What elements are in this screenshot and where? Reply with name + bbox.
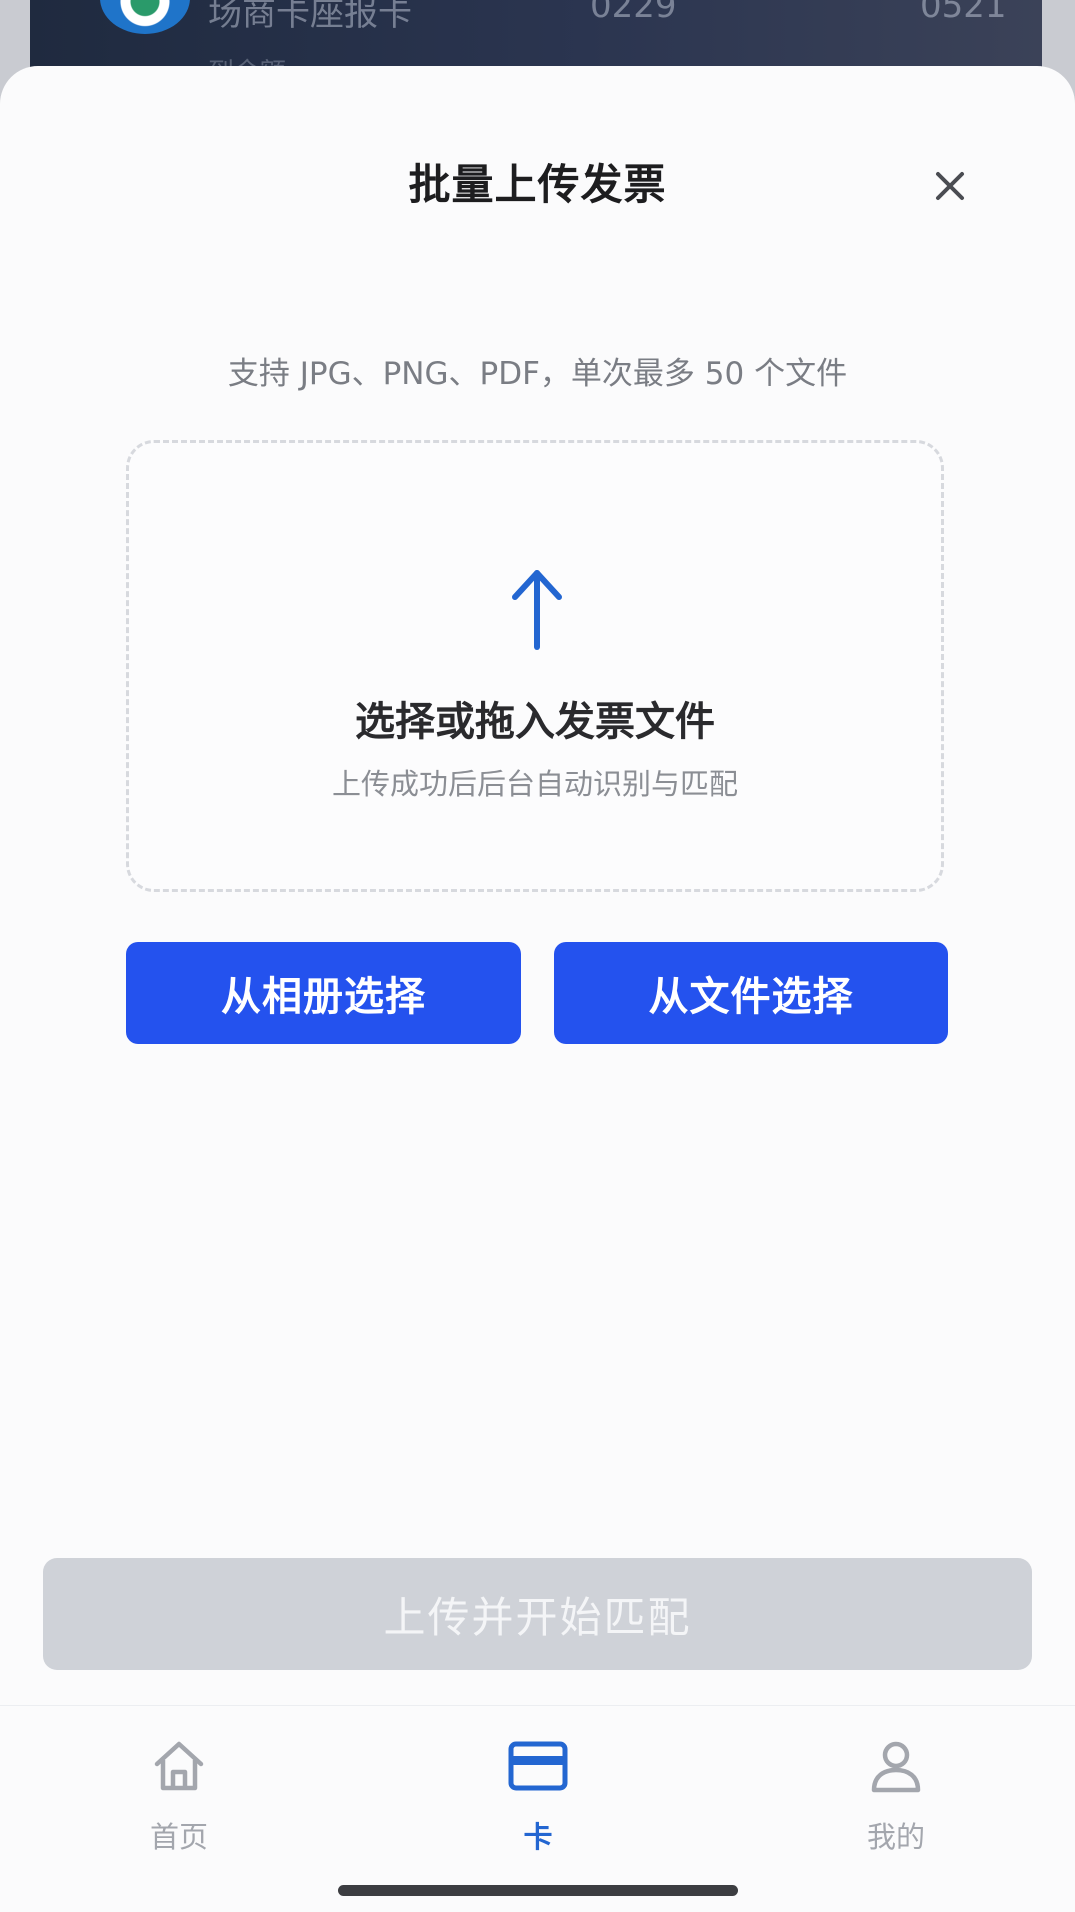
- user-icon: [871, 1741, 921, 1793]
- home-indicator[interactable]: [338, 1885, 738, 1896]
- bank-logo-icon: [100, 0, 190, 34]
- sheet-title: 批量上传发票: [408, 160, 667, 209]
- dropzone-title: 选择或拖入发票文件: [355, 699, 715, 745]
- tab-card[interactable]: 卡: [458, 1736, 618, 1866]
- tab-bar: 首页 卡 我的: [0, 1705, 1075, 1912]
- dropzone-subtitle: 上传成功后后台自动识别与匹配: [331, 767, 738, 801]
- tab-card-label: 卡: [523, 1820, 553, 1854]
- tab-mine[interactable]: 我的: [816, 1736, 976, 1866]
- background-card-number: 0229: [590, 0, 677, 26]
- file-dropzone[interactable]: 选择或拖入发票文件 上传成功后后台自动识别与匹配: [126, 440, 944, 892]
- tab-home-label: 首页: [149, 1820, 208, 1854]
- close-icon: [936, 172, 964, 200]
- tab-home[interactable]: 首页: [99, 1736, 259, 1866]
- upload-arrow-icon: [512, 570, 562, 650]
- upload-and-match-button[interactable]: 上传并开始匹配: [43, 1558, 1032, 1670]
- background-card-number-2: 0521: [920, 0, 1007, 26]
- upload-hint: 支持 JPG、PNG、PDF，单次最多 50 个文件: [227, 356, 848, 392]
- screen: 场商卡座报卡 0229 0521 到余额 批量上传发票 支持 JPG、PNG、P…: [0, 0, 1075, 1912]
- tab-mine-label: 我的: [866, 1820, 925, 1854]
- card-icon: [508, 1741, 568, 1791]
- upload-sheet: 批量上传发票 支持 JPG、PNG、PDF，单次最多 50 个文件 选择或拖入发…: [0, 66, 1075, 1912]
- close-button[interactable]: [922, 158, 978, 214]
- choose-from-files-button[interactable]: 从文件选择: [554, 942, 948, 1044]
- background-card-title: 场商卡座报卡: [208, 0, 412, 34]
- choose-from-album-button[interactable]: 从相册选择: [126, 942, 521, 1044]
- home-icon: [154, 1741, 204, 1791]
